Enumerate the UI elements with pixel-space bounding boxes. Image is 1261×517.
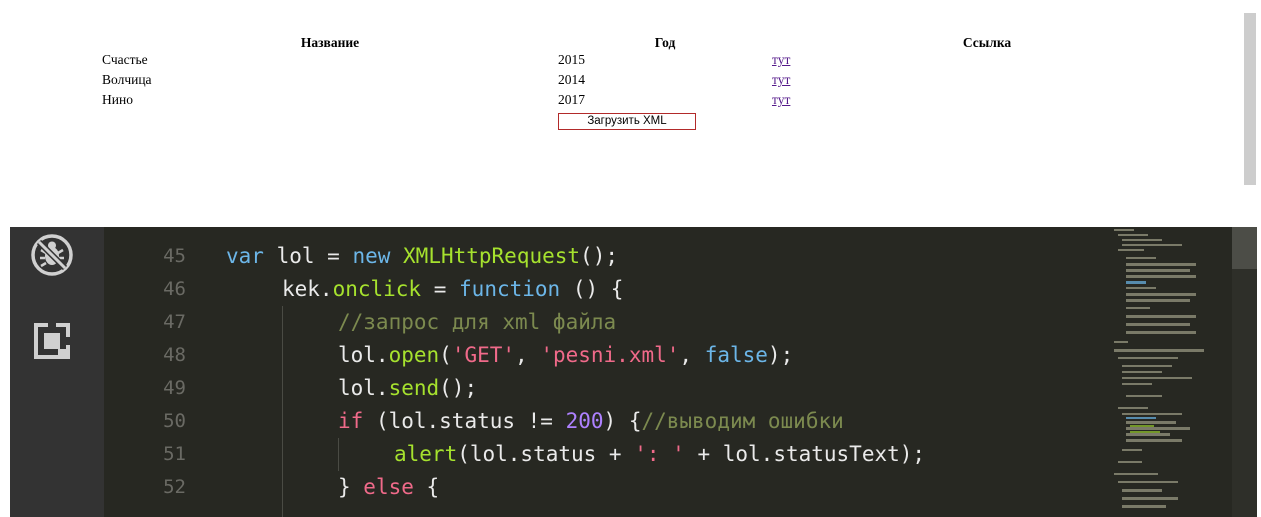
indent-guide (282, 306, 283, 517)
song-name: Счастье (102, 52, 148, 67)
token-text: (); (439, 376, 478, 400)
load-xml-button[interactable]: Загрузить XML (558, 113, 696, 130)
token-text: { (413, 475, 440, 499)
token-function: alert (394, 442, 458, 466)
table-row: Нино 2017 тут (102, 92, 1202, 112)
token-text: ); (767, 343, 794, 367)
line-number: 51 (163, 443, 186, 465)
button-row: Загрузить XML (102, 112, 1202, 132)
code-line-47: //запрос для xml файла (338, 306, 616, 339)
line-number: 48 (163, 344, 186, 366)
token-comment: //запрос для xml файла (338, 310, 617, 334)
indent-guide (338, 438, 339, 471)
token-text: = (421, 277, 460, 301)
line-number: 47 (163, 311, 186, 333)
token-text: lol = (263, 244, 353, 268)
table-row: Счастье 2015 тут (102, 52, 1202, 72)
token-function: open (388, 343, 440, 367)
token-text: ) { (603, 409, 642, 433)
token-text: (lol.status != (363, 409, 566, 433)
code-line-45: var lol = new XMLHttpRequest(); (226, 240, 618, 273)
table-header-row: Название Год Ссылка (102, 34, 1202, 52)
page-scrollbar[interactable] (1244, 13, 1256, 185)
line-number: 52 (163, 476, 186, 498)
token-text: () { (560, 277, 624, 301)
activity-bar (10, 227, 104, 517)
token-text: (); (580, 244, 618, 268)
song-name: Волчица (102, 72, 152, 87)
line-number-gutter: 45 46 47 48 49 50 51 52 (104, 227, 214, 517)
code-line-49: lol.send(); (338, 372, 477, 405)
line-number: 46 (163, 278, 186, 300)
token-string: ': ' (634, 442, 685, 466)
token-number: 200 (565, 409, 604, 433)
token-text: lol. (338, 343, 389, 367)
header-name: Название (300, 35, 360, 50)
code-line-52: } else { (338, 471, 439, 504)
songs-table: Название Год Ссылка Счастье 2015 тут Вол… (102, 34, 1202, 132)
code-editor: 45 46 47 48 49 50 51 52 var lol = new XM… (10, 227, 1257, 517)
token-text: + lol.statusText); (684, 442, 926, 466)
token-string: 'GET' (451, 343, 516, 367)
token-keyword: var (226, 244, 264, 268)
extensions-icon[interactable] (30, 319, 74, 363)
code-line-46: kek.onclick = function () { (282, 273, 623, 306)
token-text: (lol.status + (457, 442, 635, 466)
song-year: 2017 (558, 92, 585, 107)
token-keyword: else (363, 475, 414, 499)
minimap[interactable] (1110, 227, 1232, 517)
editor-scrollbar[interactable] (1232, 227, 1257, 517)
code-line-51: alert(lol.status + ': ' + lol.statusText… (394, 438, 925, 471)
editor-scroll-thumb[interactable] (1232, 227, 1257, 269)
line-number: 50 (163, 410, 186, 432)
header-link: Ссылка (962, 35, 1012, 50)
token-text: lol. (338, 376, 389, 400)
token-keyword: if (338, 409, 364, 433)
token-keyword: false (704, 343, 768, 367)
token-function: send (388, 376, 440, 400)
token-string: 'pesni.xml' (540, 343, 680, 367)
song-link[interactable]: тут (772, 72, 790, 87)
header-year: Год (654, 35, 676, 50)
table-row: Волчица 2014 тут (102, 72, 1202, 92)
token-function: onclick (332, 277, 422, 301)
code-line-48: lol.open('GET', 'pesni.xml', false); (338, 339, 793, 372)
token-keyword: function (459, 277, 561, 301)
token-text: , (515, 343, 541, 367)
song-year: 2014 (558, 72, 585, 87)
song-link[interactable]: тут (772, 92, 790, 107)
song-year: 2015 (558, 52, 585, 67)
token-comment: //выводим ошибки (641, 409, 844, 433)
token-text: ( (439, 343, 452, 367)
code-line-50: if (lol.status != 200) {//выводим ошибки (338, 405, 844, 438)
no-debug-icon[interactable] (30, 233, 74, 277)
token-text: kek. (282, 277, 333, 301)
song-link[interactable]: тут (772, 52, 790, 67)
token-keyword: new (352, 244, 391, 268)
token-text: , (679, 343, 705, 367)
token-text: } (338, 475, 364, 499)
browser-page: Название Год Ссылка Счастье 2015 тут Вол… (0, 0, 1261, 200)
song-name: Нино (102, 92, 133, 107)
line-number: 45 (163, 245, 186, 267)
token-class: XMLHttpRequest (390, 244, 581, 268)
code-area[interactable]: var lol = new XMLHttpRequest(); kek.oncl… (226, 227, 1116, 517)
line-number: 49 (163, 377, 186, 399)
